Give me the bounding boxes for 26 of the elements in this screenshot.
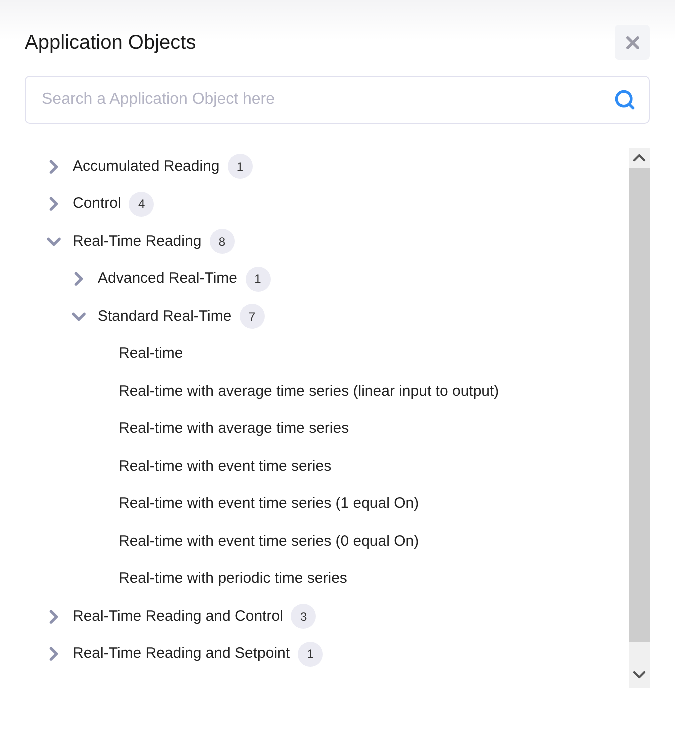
dialog-title: Application Objects: [25, 30, 196, 56]
search-icon[interactable]: [614, 89, 636, 111]
count-badge: 1: [298, 642, 324, 667]
count-badge: 4: [129, 192, 154, 217]
tree-group-label[interactable]: Standard Real-Time: [98, 306, 232, 328]
tree-item[interactable]: Real-time with periodic time series: [119, 568, 348, 590]
tree-item[interactable]: Real-time with average time series: [119, 418, 350, 440]
tree-item[interactable]: Real-time with event time series (0 equal On): [119, 530, 420, 553]
search-field[interactable]: Search a Application Object here: [25, 76, 650, 124]
tree-group-label[interactable]: Real-Time Reading and Setpoint: [73, 643, 290, 666]
count-badge: 7: [240, 304, 265, 330]
tree-group-label[interactable]: Accumulated Reading: [73, 156, 220, 178]
scrollbar[interactable]: [629, 148, 650, 688]
tree-group-label[interactable]: Real-Time Reading and Control: [73, 606, 284, 628]
tree-item[interactable]: Real-time with event time series: [119, 456, 332, 478]
tree-item[interactable]: Real-time: [119, 343, 184, 366]
tree-group-label[interactable]: Advanced Real-Time: [98, 268, 238, 290]
close-button[interactable]: [615, 25, 650, 60]
tree-item[interactable]: Real-time with average time series (linear input to output): [119, 380, 500, 403]
tree-group-label[interactable]: Real-Time Reading: [73, 230, 202, 253]
count-badge: 1: [228, 154, 253, 180]
tree-group-label[interactable]: Control: [73, 193, 122, 216]
count-badge: 3: [291, 604, 316, 630]
tree-item[interactable]: Real-time with event time series (1 equal On): [119, 493, 420, 516]
count-badge: 1: [246, 266, 271, 292]
count-badge: 8: [210, 229, 235, 254]
